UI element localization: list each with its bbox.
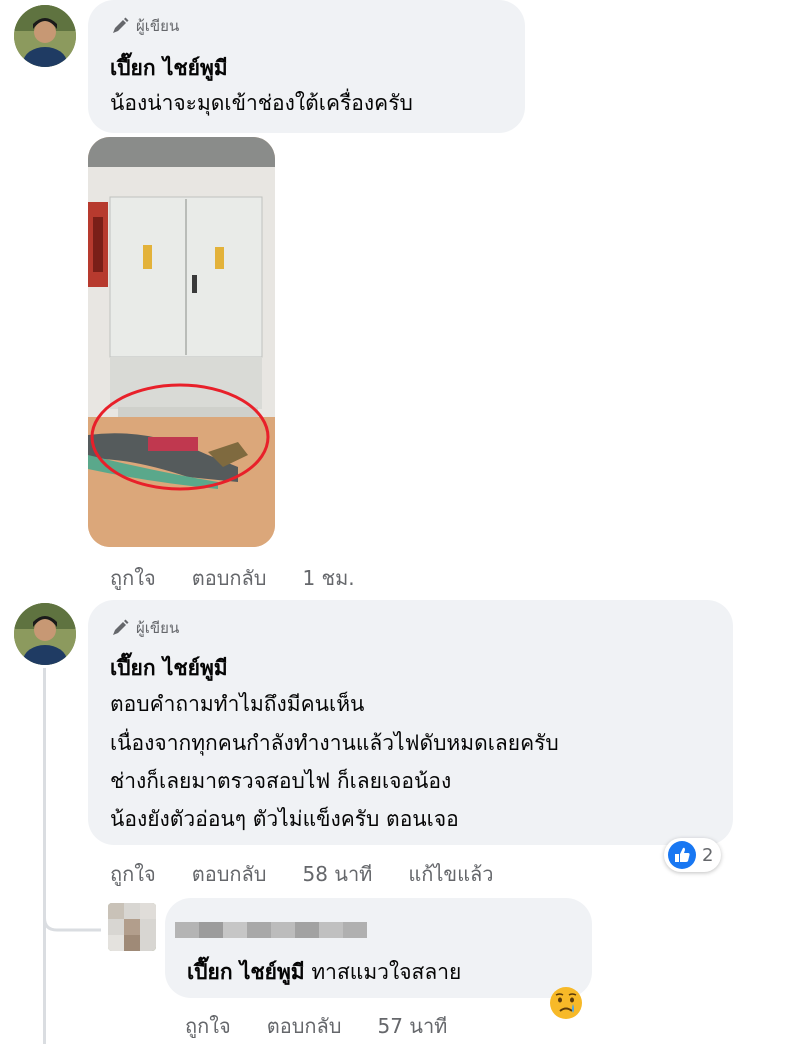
comment-text-line: ตอบคำถามทำไมถึงมีคนเห็น [110, 692, 365, 716]
reply-text: เปี๊ยก ไชย์พูมี ทาสแมวใจสลาย [187, 954, 461, 991]
comment-text: น้องน่าจะมุดเข้าช่องใต้เครื่องครับ [110, 91, 413, 115]
commenter-avatar[interactable] [14, 603, 76, 665]
crying-face-icon [550, 987, 582, 1019]
pencil-icon [113, 619, 129, 635]
reply-timestamp[interactable]: 57 นาที [377, 1010, 447, 1042]
blurred-author-name [175, 922, 367, 938]
author-badge-label: ผู้เขียน [136, 17, 180, 35]
reply-button[interactable]: ตอบกลับ [192, 562, 267, 594]
mentioned-author[interactable]: เปี๊ยก ไชย์พูมี [187, 960, 305, 984]
reply-bubble: เปี๊ยก ไชย์พูมี ทาสแมวใจสลาย [165, 898, 592, 998]
reply-avatar-blurred[interactable] [108, 903, 156, 951]
thread-line [43, 668, 46, 1044]
reply-actions: ถูกใจ ตอบกลับ 57 นาที [185, 1010, 483, 1042]
comment-actions: ถูกใจ ตอบกลับ 58 นาที แก้ไขแล้ว [110, 858, 529, 890]
thumbs-up-icon [668, 841, 696, 869]
author-badge: ผู้เขียน [110, 14, 179, 38]
reply-button[interactable]: ตอบกลับ [267, 1010, 342, 1042]
like-button[interactable]: ถูกใจ [185, 1010, 231, 1042]
author-badge-label: ผู้เขียน [136, 619, 180, 637]
comment-author[interactable]: เปี๊ยก ไชย์พูมี [110, 52, 228, 85]
comment-text-line: ช่างก็เลยมาตรวจสอบไฟ ก็เลยเจอน้อง [110, 769, 452, 793]
thread-connector [43, 900, 101, 932]
commenter-avatar[interactable] [14, 5, 76, 67]
edited-label[interactable]: แก้ไขแล้ว [408, 858, 493, 890]
reaction-count: 2 [702, 844, 714, 866]
comment-bubble: ผู้เขียน เปี๊ยก ไชย์พูมี ตอบคำถามทำไมถึง… [88, 600, 733, 845]
comment-photo-electrical-cabinet[interactable] [88, 137, 275, 547]
comment-timestamp[interactable]: 58 นาที [302, 858, 372, 890]
like-button[interactable]: ถูกใจ [110, 858, 156, 890]
comment-author[interactable]: เปี๊ยก ไชย์พูมี [110, 652, 228, 685]
like-button[interactable]: ถูกใจ [110, 562, 156, 594]
reaction-summary[interactable]: 2 [664, 838, 722, 872]
pencil-icon [113, 17, 129, 33]
reply-button[interactable]: ตอบกลับ [192, 858, 267, 890]
author-badge: ผู้เขียน [110, 616, 179, 640]
comment-timestamp[interactable]: 1 ชม. [302, 562, 354, 594]
comment-actions: ถูกใจ ตอบกลับ 1 ชม. [110, 562, 391, 594]
comment-text-line: น้องยังตัวอ่อนๆ ตัวไม่แข็งครับ ตอนเจอ [110, 807, 459, 831]
reply-message: ทาสแมวใจสลาย [311, 960, 462, 984]
comment-text-line: เนื่องจากทุกคนกำลังทำงานแล้วไฟดับหมดเลยค… [110, 731, 559, 755]
comment-bubble: ผู้เขียน เปี๊ยก ไชย์พูมี น้องน่าจะมุดเข้… [88, 0, 525, 133]
